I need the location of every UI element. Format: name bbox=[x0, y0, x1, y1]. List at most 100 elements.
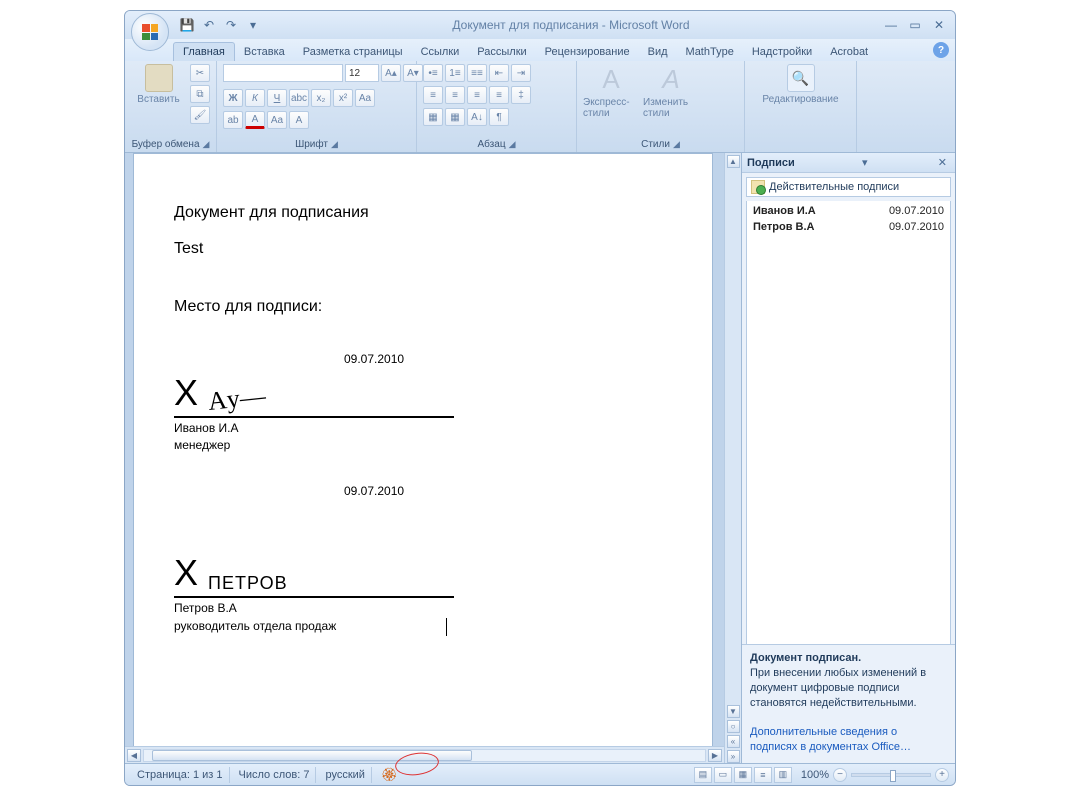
copy-button[interactable]: ⧉ bbox=[190, 85, 210, 103]
signature-2-date: 09.07.2010 bbox=[344, 484, 672, 498]
status-signature-indicator[interactable]: 🏵 bbox=[375, 767, 404, 783]
highlight-button[interactable]: ab bbox=[223, 111, 243, 129]
change-case-button[interactable]: Aa bbox=[267, 111, 287, 129]
tab-insert[interactable]: Вставка bbox=[235, 43, 294, 61]
office-button[interactable] bbox=[131, 13, 169, 51]
print-layout-view-button[interactable]: ▤ bbox=[694, 767, 712, 783]
italic-button[interactable]: К bbox=[245, 89, 265, 107]
scroll-left-icon[interactable]: ◀ bbox=[127, 749, 141, 762]
tab-mailings[interactable]: Рассылки bbox=[468, 43, 535, 61]
footer-heading: Документ подписан. bbox=[750, 652, 861, 664]
tab-home[interactable]: Главная bbox=[173, 42, 235, 61]
text-effects-button[interactable]: A bbox=[289, 111, 309, 129]
font-color-button[interactable]: A bbox=[245, 111, 265, 129]
scroll-right-icon[interactable]: ▶ bbox=[708, 749, 722, 762]
document-viewport[interactable]: Документ для подписания Test Место для п… bbox=[125, 153, 741, 763]
tab-view[interactable]: Вид bbox=[639, 43, 677, 61]
line-spacing-button[interactable]: ‡ bbox=[511, 86, 531, 104]
zoom-in-button[interactable]: + bbox=[935, 768, 949, 782]
full-screen-view-button[interactable]: ▭ bbox=[714, 767, 732, 783]
prev-page-icon[interactable]: « bbox=[727, 735, 740, 748]
save-icon[interactable]: 💾 bbox=[179, 17, 195, 33]
scroll-up-icon[interactable]: ▲ bbox=[727, 155, 740, 168]
justify-button[interactable]: ≡ bbox=[489, 86, 509, 104]
clipboard-launcher-icon[interactable]: ◢ bbox=[203, 139, 210, 150]
status-bar: Страница: 1 из 1 Число слов: 7 русский 🏵… bbox=[125, 763, 955, 785]
tab-references[interactable]: Ссылки bbox=[412, 43, 469, 61]
web-layout-view-button[interactable]: ▦ bbox=[734, 767, 752, 783]
editing-button[interactable]: 🔍 Редактирование bbox=[751, 64, 850, 105]
ribbon: Вставить ✂ ⧉ 🖌 Буфер обмена◢ 12 A▴ A▾ bbox=[125, 61, 955, 153]
cut-button[interactable]: ✂ bbox=[190, 64, 210, 82]
clipboard-icon bbox=[145, 64, 173, 92]
zoom-thumb[interactable] bbox=[890, 770, 896, 782]
horizontal-scrollbar[interactable]: ◀ ▶ bbox=[125, 746, 724, 763]
change-styles-button[interactable]: A Изменить стили bbox=[643, 64, 699, 119]
font-size-combo[interactable]: 12 bbox=[345, 64, 379, 82]
quick-styles-button[interactable]: A Экспресс-стили bbox=[583, 64, 639, 119]
next-page-icon[interactable]: » bbox=[727, 750, 740, 763]
undo-icon[interactable]: ↶ bbox=[201, 17, 217, 33]
status-page[interactable]: Страница: 1 из 1 bbox=[131, 767, 230, 783]
valid-signatures-header[interactable]: Действительные подписи bbox=[746, 177, 951, 197]
browse-object-icon[interactable]: ○ bbox=[727, 720, 740, 733]
signature-row[interactable]: Петров В.А09.07.2010 bbox=[749, 219, 948, 235]
maximize-button[interactable]: ▭ bbox=[905, 17, 925, 33]
tab-acrobat[interactable]: Acrobat bbox=[821, 43, 877, 61]
outline-view-button[interactable]: ≡ bbox=[754, 767, 772, 783]
signatures-list: Иванов И.А09.07.2010 Петров В.А09.07.201… bbox=[746, 201, 951, 644]
scroll-down-icon[interactable]: ▼ bbox=[727, 705, 740, 718]
hscroll-thumb[interactable] bbox=[152, 750, 472, 761]
pane-menu-icon[interactable]: ▾ bbox=[859, 156, 871, 169]
bullets-button[interactable]: •≡ bbox=[423, 64, 443, 82]
indent-button[interactable]: ⇥ bbox=[511, 64, 531, 82]
vertical-scrollbar[interactable]: ▲ ▼ ○ « » bbox=[724, 153, 741, 763]
align-left-button[interactable]: ≡ bbox=[423, 86, 443, 104]
minimize-button[interactable]: — bbox=[881, 17, 901, 33]
zoom-level[interactable]: 100% bbox=[801, 769, 829, 781]
styles-launcher-icon[interactable]: ◢ bbox=[673, 139, 680, 150]
help-icon[interactable]: ? bbox=[933, 42, 949, 58]
tab-review[interactable]: Рецензирование bbox=[536, 43, 639, 61]
multilevel-button[interactable]: ≡≡ bbox=[467, 64, 487, 82]
bold-button[interactable]: Ж bbox=[223, 89, 243, 107]
tab-mathtype[interactable]: MathType bbox=[677, 43, 743, 61]
format-painter-button[interactable]: 🖌 bbox=[190, 106, 210, 124]
align-center-button[interactable]: ≡ bbox=[445, 86, 465, 104]
tab-page-layout[interactable]: Разметка страницы bbox=[294, 43, 412, 61]
signature-block-1[interactable]: 09.07.2010 X Аy— Иванов И.А менеджер bbox=[174, 352, 672, 452]
zoom-slider[interactable] bbox=[851, 773, 931, 777]
shading-button[interactable]: ▦ bbox=[423, 108, 443, 126]
underline-button[interactable]: Ч bbox=[267, 89, 287, 107]
signature-row[interactable]: Иванов И.А09.07.2010 bbox=[749, 203, 948, 219]
show-marks-button[interactable]: ¶ bbox=[489, 108, 509, 126]
close-button[interactable]: ✕ bbox=[929, 17, 949, 33]
outdent-button[interactable]: ⇤ bbox=[489, 64, 509, 82]
signatures-help-link[interactable]: Дополнительные сведения о подписях в док… bbox=[750, 726, 911, 753]
clear-format-button[interactable]: Aa bbox=[355, 89, 375, 107]
tab-addins[interactable]: Надстройки bbox=[743, 43, 821, 61]
paragraph-launcher-icon[interactable]: ◢ bbox=[509, 139, 516, 150]
font-launcher-icon[interactable]: ◢ bbox=[331, 139, 338, 150]
align-right-button[interactable]: ≡ bbox=[467, 86, 487, 104]
draft-view-button[interactable]: ▥ bbox=[774, 767, 792, 783]
font-family-combo[interactable] bbox=[223, 64, 343, 82]
superscript-button[interactable]: x² bbox=[333, 89, 353, 107]
signature-1-scribble: Аy— bbox=[207, 381, 268, 417]
sort-button[interactable]: A↓ bbox=[467, 108, 487, 126]
document-page[interactable]: Документ для подписания Test Место для п… bbox=[133, 153, 713, 763]
strike-button[interactable]: abc bbox=[289, 89, 309, 107]
borders-button[interactable]: ▦ bbox=[445, 108, 465, 126]
numbering-button[interactable]: 1≡ bbox=[445, 64, 465, 82]
signatures-pane-title: Подписи bbox=[747, 157, 795, 169]
redo-icon[interactable]: ↷ bbox=[223, 17, 239, 33]
status-language[interactable]: русский bbox=[319, 767, 371, 783]
subscript-button[interactable]: x₂ bbox=[311, 89, 331, 107]
paste-button[interactable]: Вставить bbox=[131, 64, 186, 105]
signature-block-2[interactable]: 09.07.2010 X ПЕТРОВ Петров В.А руководит… bbox=[174, 484, 672, 636]
pane-close-icon[interactable]: ✕ bbox=[935, 156, 950, 169]
status-word-count[interactable]: Число слов: 7 bbox=[233, 767, 317, 783]
grow-font-button[interactable]: A▴ bbox=[381, 64, 401, 82]
qat-more-icon[interactable]: ▾ bbox=[245, 17, 261, 33]
zoom-out-button[interactable]: − bbox=[833, 768, 847, 782]
